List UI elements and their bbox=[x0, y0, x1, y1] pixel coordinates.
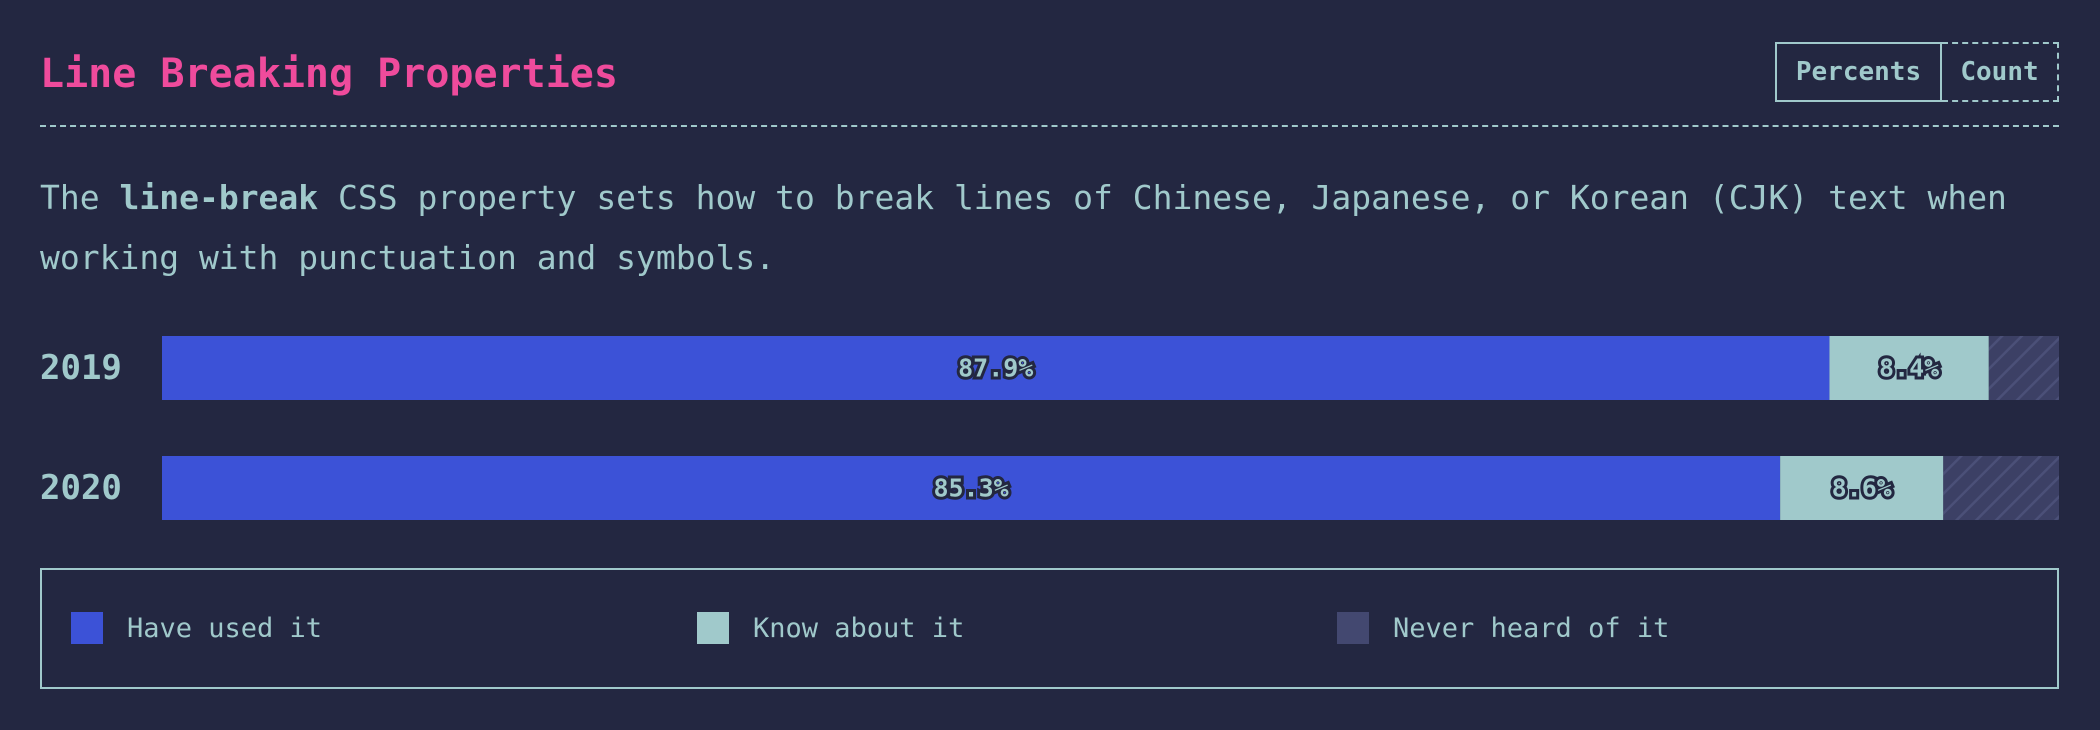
legend-swatch-have-used bbox=[71, 612, 103, 644]
legend-item-have-used: Have used it bbox=[71, 612, 322, 644]
legend-label-have-used: Have used it bbox=[127, 612, 323, 644]
bar-chart: 87.9% 8.4% 85.3% 8.6% bbox=[162, 336, 2059, 520]
bars-group: 87.9% 8.4% 85.3% 8.6% bbox=[162, 336, 2059, 520]
legend-label-know-about: Know about it bbox=[753, 612, 965, 644]
data-label-have-used-2020: 85.3% bbox=[933, 474, 1008, 503]
chart-card: Line Breaking Properties Percents Count … bbox=[0, 0, 2100, 730]
legend-swatch-never-heard bbox=[1337, 612, 1369, 644]
legend-item-never-heard: Never heard of it bbox=[1337, 612, 1669, 644]
bar-never-heard-2020 bbox=[1943, 456, 2059, 520]
legend-swatch-know-about bbox=[697, 612, 729, 644]
bar-never-heard-2019 bbox=[1988, 336, 2059, 400]
data-label-have-used-2019: 87.9% bbox=[958, 354, 1033, 383]
legend: Have used it Know about it Never heard o… bbox=[40, 568, 2059, 689]
data-label-know-about-2020: 8.6% bbox=[1832, 474, 1892, 503]
legend-label-never-heard: Never heard of it bbox=[1393, 612, 1670, 644]
legend-item-know-about: Know about it bbox=[697, 612, 964, 644]
data-label-know-about-2019: 8.4% bbox=[1879, 354, 1939, 383]
